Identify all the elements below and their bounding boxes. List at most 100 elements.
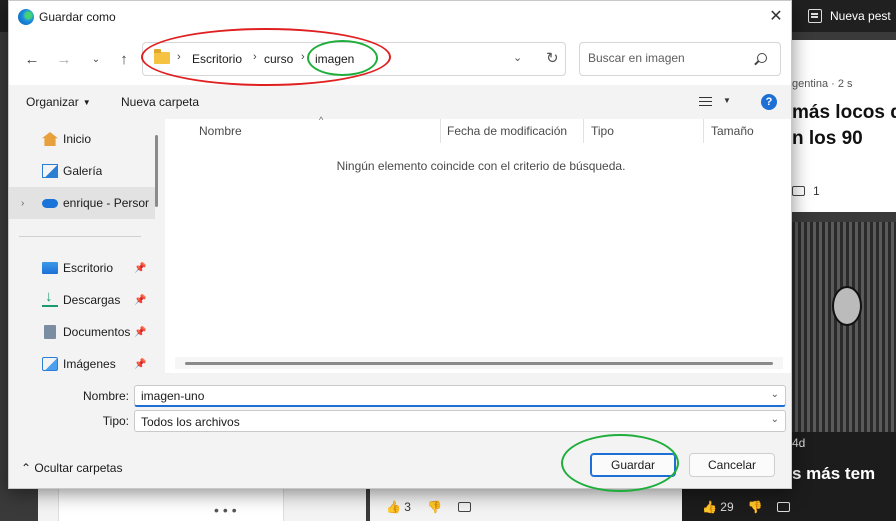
column-header-name[interactable]: Nombre (199, 124, 242, 138)
sidebar-item-label: Imágenes (63, 357, 116, 371)
column-header-size[interactable]: Tamaño (711, 124, 754, 138)
chevron-down-icon[interactable]: ⌄ (513, 51, 522, 64)
chevron-right-icon[interactable]: › (301, 51, 305, 63)
back-button[interactable]: ← (21, 49, 43, 71)
card-headline-dark[interactable]: s más tem (792, 464, 875, 484)
breadcrumb-imagen[interactable]: imagen (315, 52, 354, 66)
news-card-left: ••• (38, 488, 366, 521)
column-header-type[interactable]: Tipo (591, 124, 614, 138)
hide-folders-button[interactable]: ⌃ Ocultar carpetas (21, 461, 122, 475)
view-options-icon[interactable] (699, 97, 712, 106)
cancel-button[interactable]: Cancelar (689, 453, 775, 477)
horizontal-scrollbar[interactable] (185, 362, 773, 365)
filetype-select[interactable]: Todos los archivos ⌄ (134, 410, 786, 432)
organize-button[interactable]: Organizar ▼ (26, 95, 91, 109)
refresh-icon[interactable]: ↻ (546, 49, 559, 67)
images-icon (42, 357, 58, 371)
filetype-value: Todos los archivos (141, 415, 240, 429)
address-bar[interactable]: › Escritorio › curso › imagen ⌄ ↻ (142, 42, 566, 76)
image-figure (832, 286, 862, 326)
pin-icon: 📌 (134, 262, 147, 274)
search-icon[interactable] (757, 53, 767, 63)
save-options: Nombre: ⌄ Tipo: Todos los archivos ⌄ ⌃ O… (9, 373, 791, 488)
sidebar-item-inicio[interactable]: Inicio (9, 123, 155, 155)
folder-icon (154, 49, 170, 64)
sidebar-item-documentos[interactable]: Documentos 📌 (9, 316, 155, 348)
filename-input[interactable] (141, 389, 741, 403)
comment-icon[interactable] (776, 502, 790, 512)
help-icon[interactable]: ? (761, 94, 777, 110)
dislike-icon[interactable]: 👎 (748, 500, 763, 514)
sidebar-item-label: Escritorio (63, 261, 114, 275)
caret-down-icon: ▼ (82, 98, 91, 107)
like-button[interactable]: 👍 3 (386, 500, 411, 514)
search-box[interactable] (579, 42, 781, 76)
sidebar-item-descargas[interactable]: Descargas 📌 (9, 284, 155, 316)
chevron-right-icon[interactable]: › (253, 51, 257, 63)
sidebar-item-label: Descargas (63, 293, 121, 307)
close-button[interactable]: ✕ (765, 7, 787, 27)
recent-locations-button[interactable]: ⌄ (85, 49, 107, 71)
chevron-up-icon: ⌃ (21, 461, 32, 475)
like-button[interactable]: 👍 29 (702, 500, 734, 514)
sidebar-item-escritorio[interactable]: Escritorio 📌 (9, 252, 155, 284)
chevron-right-icon[interactable]: › (21, 198, 24, 209)
file-list: ^ Nombre Fecha de modificación Tipo Tama… (165, 115, 791, 373)
documents-icon (44, 325, 56, 339)
gallery-icon (42, 164, 58, 178)
dialog-title: Guardar como (39, 10, 116, 24)
comment-button[interactable]: 1 (792, 184, 820, 198)
comment-count: 1 (813, 184, 820, 198)
pin-icon: 📌 (134, 294, 147, 306)
news-card-mid: 👍 3 👎 (370, 488, 682, 521)
desktop-icon (42, 262, 58, 274)
sidebar-item-label: Inicio (63, 132, 92, 146)
sidebar-item-label: Galería (63, 164, 103, 178)
column-divider[interactable] (583, 119, 584, 143)
sidebar-item-galeria[interactable]: Galería (9, 155, 155, 187)
column-header-date[interactable]: Fecha de modificación (447, 124, 567, 138)
chevron-right-icon[interactable]: › (177, 51, 181, 63)
sidebar-item-label: Documentos (63, 325, 131, 339)
breadcrumb-escritorio[interactable]: Escritorio (192, 52, 242, 66)
sidebar-item-label: enrique - Persor (63, 196, 150, 210)
card-age: 4d (792, 436, 806, 450)
command-bar: Organizar ▼ Nueva carpeta ▼ ? (9, 85, 791, 119)
reaction-bar: 👍 3 👎 (386, 500, 471, 514)
new-folder-button[interactable]: Nueva carpeta (121, 95, 199, 109)
filename-field[interactable]: ⌄ (134, 385, 786, 407)
column-divider[interactable] (440, 119, 441, 143)
search-input[interactable] (588, 51, 748, 65)
navigation-pane: Inicio Galería › enrique - Persor Escrit… (9, 119, 165, 373)
dislike-icon[interactable]: 👎 (427, 500, 442, 514)
sidebar-scrollbar[interactable] (155, 135, 158, 207)
card-headline[interactable]: más locos de n los 90 (792, 100, 896, 152)
organize-label: Organizar (26, 95, 79, 109)
filetype-label: Tipo: (102, 414, 129, 428)
sidebar-divider (19, 236, 141, 237)
card-footer: ••• (58, 488, 284, 521)
like-count: 29 (720, 500, 734, 514)
download-icon (42, 288, 58, 307)
forward-button[interactable]: → (53, 49, 75, 71)
save-button[interactable]: Guardar (590, 453, 676, 477)
chevron-down-icon[interactable]: ⌄ (771, 389, 779, 400)
hide-folders-label: Ocultar carpetas (34, 461, 123, 475)
home-icon (42, 132, 58, 146)
pin-icon: 📌 (134, 358, 147, 370)
edge-app-icon (18, 9, 34, 25)
news-card[interactable]: gentina · 2 s más locos de n los 90 1 (792, 40, 896, 212)
caret-down-icon[interactable]: ▼ (723, 96, 731, 105)
news-image[interactable] (792, 222, 896, 432)
sidebar-item-onedrive[interactable]: › enrique - Persor (9, 187, 155, 219)
comment-icon (792, 186, 805, 196)
comment-icon[interactable] (457, 502, 471, 512)
new-tab-button[interactable]: Nueva pest (808, 6, 891, 26)
more-icon[interactable]: ••• (214, 502, 241, 518)
filename-label: Nombre: (82, 389, 129, 403)
up-button[interactable]: ↑ (113, 49, 135, 71)
sort-ascending-icon: ^ (319, 115, 324, 125)
breadcrumb-curso[interactable]: curso (264, 52, 293, 66)
column-divider[interactable] (703, 119, 704, 143)
chevron-down-icon[interactable]: ⌄ (771, 414, 779, 425)
